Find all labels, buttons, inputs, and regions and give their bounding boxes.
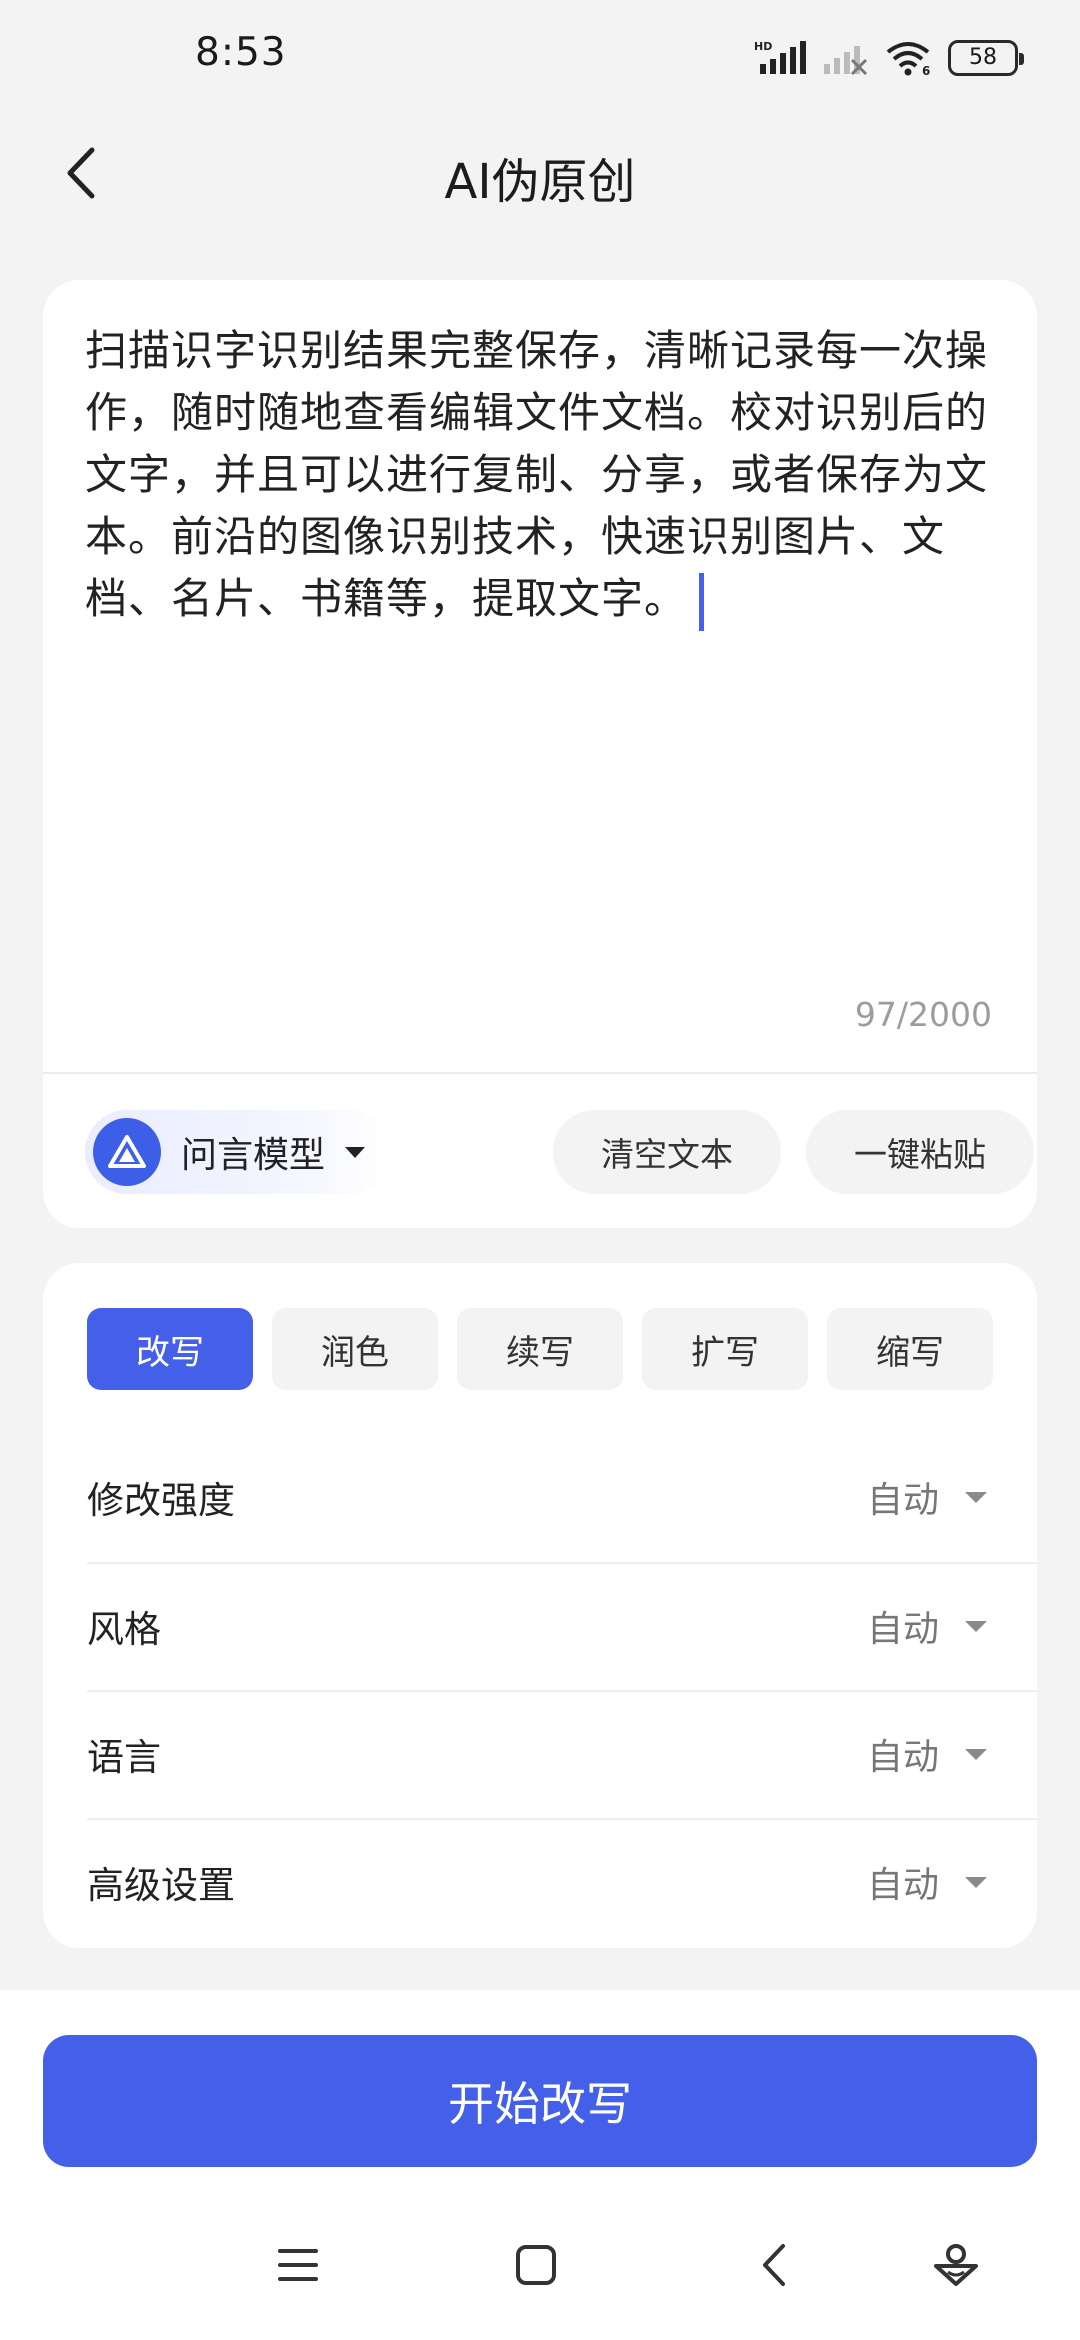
option-advanced[interactable]: 高级设置 自动: [87, 1818, 1037, 1946]
model-logo-icon: [93, 1118, 161, 1186]
dropdown-arrow-icon: [965, 1491, 987, 1503]
option-label: 修改强度: [87, 1479, 235, 1522]
status-bar: 8:53 HD 6 58: [0, 0, 1080, 120]
dropdown-arrow-icon: [965, 1748, 987, 1760]
dropdown-arrow-icon: [965, 1876, 987, 1888]
dropdown-arrow-icon: [965, 1620, 987, 1632]
paste-button[interactable]: 一键粘贴: [806, 1110, 1034, 1194]
model-label: 问言模型: [181, 1135, 326, 1176]
page-title: AI伪原创: [444, 154, 636, 210]
start-rewrite-button[interactable]: 开始改写: [43, 2035, 1037, 2167]
option-value: 自动: [866, 1737, 939, 1778]
top-header: AI伪原创: [0, 120, 1080, 230]
tab-polish[interactable]: 润色: [272, 1308, 438, 1390]
bottom-area: 开始改写: [0, 1990, 1080, 2340]
input-card: 扫描识字识别结果完整保存，清晰记录每一次操作，随时随地查看编辑文件文档。校对识别…: [43, 280, 1037, 1228]
tab-rewrite[interactable]: 改写: [87, 1308, 253, 1390]
option-label: 高级设置: [87, 1864, 235, 1907]
wifi-icon: 6: [886, 42, 930, 76]
option-style[interactable]: 风格 自动: [87, 1562, 1037, 1690]
home-button[interactable]: [496, 2225, 576, 2305]
nav-back-button[interactable]: [734, 2225, 814, 2305]
assistant-button[interactable]: [916, 2225, 996, 2305]
text-cursor: [699, 572, 705, 631]
mode-tabs: 改写 润色 续写 扩写 缩写: [87, 1308, 993, 1390]
tab-shorten[interactable]: 缩写: [827, 1308, 993, 1390]
char-counter: 97/2000: [854, 995, 992, 1034]
system-nav-bar: [0, 2225, 1080, 2315]
square-icon: [516, 2245, 556, 2285]
app-screen: 8:53 HD 6 58 AI伪原创 扫描识字识别结果完整保存，清晰记录每一次操…: [0, 0, 1080, 2340]
input-content: 扫描识字识别结果完整保存，清晰记录每一次操作，随时随地查看编辑文件文档。校对识别…: [85, 326, 989, 623]
tab-continue[interactable]: 续写: [457, 1308, 623, 1390]
clear-text-button[interactable]: 清空文本: [553, 1110, 781, 1194]
option-language[interactable]: 语言 自动: [87, 1690, 1037, 1818]
signal-hd-icon: HD: [754, 40, 806, 74]
options-card: 改写 润色 续写 扩写 缩写 修改强度 自动 风格 自动 语言 自动 高级设置 …: [43, 1263, 1037, 1948]
text-input[interactable]: 扫描识字识别结果完整保存，清晰记录每一次操作，随时随地查看编辑文件文档。校对识别…: [85, 320, 1005, 960]
back-arrow-icon: [763, 2244, 785, 2286]
status-icons: HD 6 58: [754, 36, 1024, 80]
tab-expand[interactable]: 扩写: [642, 1308, 808, 1390]
option-value: 自动: [866, 1609, 939, 1650]
signal-no-service-icon: [824, 46, 868, 76]
option-strength[interactable]: 修改强度 自动: [87, 1433, 1037, 1561]
option-value: 自动: [866, 1865, 939, 1906]
divider: [43, 1072, 1037, 1074]
option-label: 风格: [87, 1608, 161, 1651]
svg-text:HD: HD: [754, 40, 772, 53]
option-label: 语言: [87, 1736, 161, 1779]
assistant-icon: [934, 2244, 978, 2286]
option-value: 自动: [866, 1480, 939, 1521]
battery-icon: 58: [948, 40, 1024, 76]
svg-text:6: 6: [922, 64, 930, 76]
menu-button[interactable]: [258, 2225, 338, 2305]
model-selector[interactable]: 问言模型: [85, 1110, 392, 1194]
status-time: 8:53: [195, 30, 287, 75]
menu-icon: [278, 2249, 318, 2281]
caret-down-icon: [345, 1146, 366, 1158]
